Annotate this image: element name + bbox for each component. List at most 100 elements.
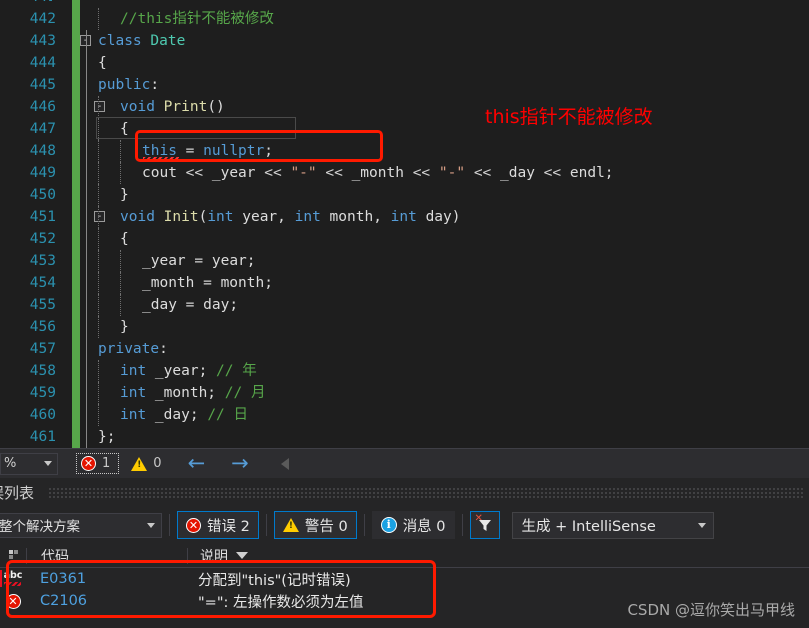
- toolbar-separator: [169, 514, 170, 536]
- indent-guide: [120, 250, 121, 272]
- column-header-icon[interactable]: [0, 548, 26, 564]
- code-token: int: [120, 385, 155, 401]
- code-token: :: [150, 77, 160, 93]
- panel-drag-handle[interactable]: [48, 486, 803, 498]
- error-list-column-headers: 代码 说明: [0, 544, 809, 568]
- code-line[interactable]: 442 //this指针不能被修改: [0, 8, 809, 30]
- indent-guide: [98, 8, 99, 30]
- code-line[interactable]: 451- void Init(int year, int month, int d…: [0, 206, 809, 228]
- code-token: void: [120, 99, 164, 115]
- toolbar-separator: [461, 514, 463, 536]
- previous-error-arrow-icon[interactable]: ←: [188, 453, 206, 474]
- line-number: 449: [29, 165, 56, 181]
- code-token: <<: [325, 165, 352, 181]
- error-code[interactable]: C2106: [26, 593, 186, 609]
- zoom-level-combo[interactable]: %: [0, 452, 58, 475]
- code-line[interactable]: 452 {: [0, 228, 809, 250]
- code-token: int: [294, 209, 330, 225]
- column-header-code[interactable]: 代码: [27, 546, 187, 566]
- column-header-description[interactable]: 说明: [188, 546, 809, 566]
- code-token: {: [120, 231, 129, 247]
- error-code[interactable]: E0361: [26, 571, 186, 587]
- indent-guide: [98, 250, 99, 272]
- code-line[interactable]: 444 {: [0, 52, 809, 74]
- visual-studio-window: 441 442//this指针不能被修改443-class Date444{44…: [0, 0, 809, 628]
- chevron-down-icon: [697, 522, 706, 528]
- clear-filter-button[interactable]: ✕: [469, 511, 500, 539]
- code-token: Print: [163, 99, 208, 115]
- info-icon: i: [380, 517, 397, 533]
- build-filter-combo[interactable]: 生成 + IntelliSense: [511, 511, 714, 539]
- code-editor[interactable]: 441 442//this指针不能被修改443-class Date444{44…: [0, 0, 809, 448]
- code-text: };: [98, 426, 115, 448]
- next-error-arrow-icon[interactable]: →: [231, 453, 249, 474]
- code-line[interactable]: 458 int _year; // 年: [0, 360, 809, 382]
- scope-guide: [86, 74, 87, 96]
- collapse-region-icon[interactable]: -: [94, 101, 105, 112]
- code-token: <<: [185, 165, 212, 181]
- chevron-down-icon: [147, 522, 155, 528]
- code-token: _month: [351, 165, 413, 181]
- code-lines-container: 442 //this指针不能被修改 443- class Date 444{445 pub…: [0, 8, 809, 448]
- code-token: =: [203, 275, 221, 291]
- code-line[interactable]: 461};: [0, 426, 809, 448]
- code-line[interactable]: 448 this = nullptr;: [0, 140, 809, 162]
- error-list-title-row: 错误列表: [0, 478, 809, 506]
- line-number: 459: [29, 385, 56, 401]
- code-text: }: [120, 316, 129, 338]
- code-line[interactable]: 457 private:: [0, 338, 809, 360]
- collapse-region-icon[interactable]: -: [94, 211, 105, 222]
- scope-filter-value: 整个解决方案: [0, 519, 80, 535]
- line-number: 442: [29, 11, 56, 27]
- warnings-toggle-button[interactable]: 警告 0: [273, 511, 357, 539]
- indent-guide: [98, 316, 99, 338]
- indent-guide: [98, 96, 99, 118]
- code-line[interactable]: 449 cout << _year << "-" << _month << "-"…: [0, 162, 809, 184]
- code-line[interactable]: 460 int _day; // 日: [0, 404, 809, 426]
- code-line[interactable]: 446 - void Print(): [0, 96, 809, 118]
- code-token: <<: [264, 165, 291, 181]
- code-line[interactable]: 455 _day = day;: [0, 294, 809, 316]
- code-text: void Print(): [120, 96, 225, 118]
- code-line[interactable]: 450}: [0, 184, 809, 206]
- code-token: private: [98, 341, 160, 357]
- line-number: 454: [29, 275, 56, 291]
- code-line[interactable]: 445 public:: [0, 74, 809, 96]
- indent-guide: [98, 206, 99, 228]
- table-row[interactable]: abc E0361 分配到"this"(记时错误): [0, 568, 809, 590]
- watermark: CSDN @逗你笑出马甲线: [627, 601, 795, 619]
- scope-guide: [86, 96, 87, 118]
- warning-count-indicator[interactable]: 0: [131, 456, 162, 471]
- code-line[interactable]: 443- class Date: [0, 30, 809, 52]
- errors-toggle-button[interactable]: ✕ 错误 2: [177, 511, 259, 539]
- chevron-down-icon: [44, 461, 52, 466]
- code-line[interactable]: 459 int _month; // 月: [0, 382, 809, 404]
- code-token: day;: [203, 297, 239, 313]
- code-line[interactable]: 453 _year = year;: [0, 250, 809, 272]
- indent-guide: [98, 404, 99, 426]
- scope-filter-combo[interactable]: 整个解决方案: [0, 512, 162, 538]
- code-token: =: [185, 297, 204, 313]
- code-token: =: [194, 253, 212, 269]
- messages-toggle-button[interactable]: i 消息 0: [371, 511, 455, 539]
- code-line[interactable]: 456}: [0, 316, 809, 338]
- warning-icon: [282, 518, 299, 532]
- collapse-left-icon[interactable]: [280, 457, 289, 470]
- line-number: 443: [29, 33, 56, 49]
- code-text: int _month; // 月: [120, 382, 265, 404]
- code-text: {: [98, 52, 107, 74]
- error-count-indicator[interactable]: ✕ 1: [76, 453, 120, 474]
- line-number: 458: [29, 363, 56, 379]
- code-line[interactable]: 454 _month = month;: [0, 272, 809, 294]
- scope-guide: [86, 404, 87, 426]
- code-token: _day: [500, 165, 544, 181]
- column-header-description-label: 说明: [200, 548, 228, 565]
- scope-guide: [86, 316, 87, 338]
- current-statement-outline: [96, 117, 296, 139]
- code-text: private:: [98, 338, 168, 360]
- scope-guide: [86, 250, 87, 272]
- code-token: int: [120, 407, 155, 423]
- build-filter-value: 生成 + IntelliSense: [521, 518, 656, 535]
- scope-guide: [86, 272, 87, 294]
- code-text: //this指针不能被修改: [120, 8, 274, 30]
